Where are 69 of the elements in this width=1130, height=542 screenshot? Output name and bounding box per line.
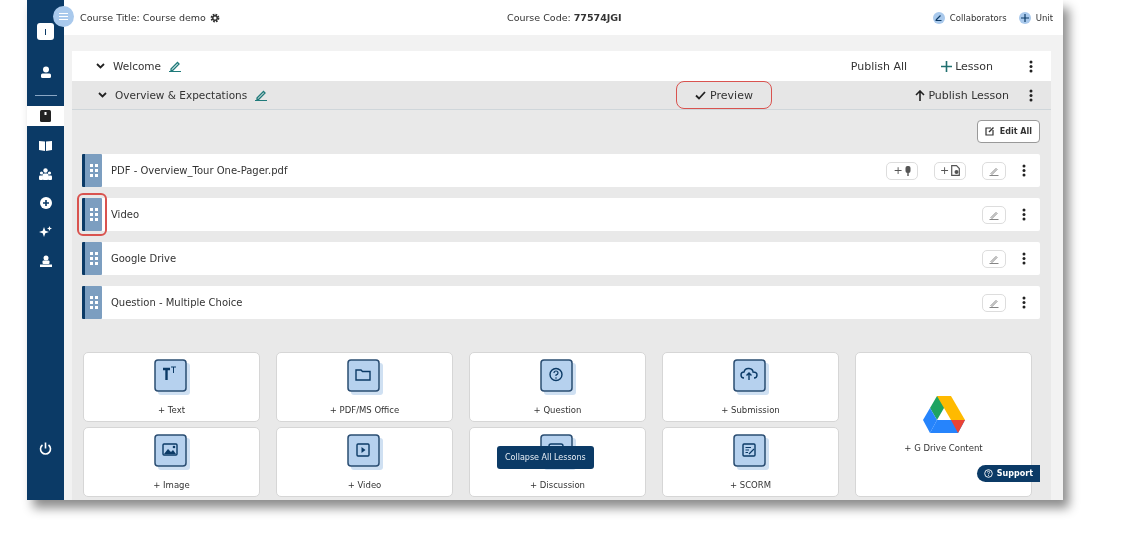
microphone-icon <box>904 165 911 176</box>
add-content-card[interactable]: + Question <box>469 352 646 422</box>
scorm-icon <box>732 434 769 470</box>
collaborators-button[interactable]: Collaborators <box>932 11 1007 24</box>
add-content-card[interactable]: + Image <box>83 427 260 497</box>
help-icon <box>983 469 993 478</box>
chevron-down-icon[interactable] <box>96 63 105 69</box>
item-title: Question - Multiple Choice <box>110 297 244 308</box>
item-title: PDF - Overview_Tour One-Pager.pdf <box>110 165 289 176</box>
sparkles-icon <box>39 226 52 238</box>
tooltip: Collapse All Lessons <box>497 446 594 469</box>
people-icon <box>39 168 52 180</box>
notebook-icon <box>40 110 51 122</box>
more-options-icon[interactable] <box>1022 208 1026 221</box>
power-icon[interactable] <box>39 442 52 455</box>
more-options-icon[interactable] <box>1022 252 1026 265</box>
course-title: Course Title: Course demo <box>80 12 206 23</box>
logo-icon[interactable] <box>37 23 54 40</box>
checkmark-icon <box>695 90 707 100</box>
pencil-icon <box>989 209 999 220</box>
course-code: Course Code: 77574JGI <box>507 12 623 23</box>
plus-circle-icon <box>39 197 52 209</box>
chevron-down-icon[interactable] <box>98 92 107 98</box>
more-options-icon[interactable] <box>1029 59 1033 73</box>
edit-all-button[interactable]: Edit All <box>976 120 1040 143</box>
add-document-button[interactable]: + <box>934 161 966 180</box>
plus-icon <box>941 60 953 72</box>
pencil-icon <box>989 165 999 176</box>
more-options-icon[interactable] <box>1022 296 1026 309</box>
preview-button[interactable]: Preview <box>676 81 772 109</box>
lesson-title: Overview & Expectations <box>115 89 248 101</box>
pencil-icon <box>989 297 999 308</box>
add-content-card[interactable]: + PDF/MS Office <box>276 352 453 422</box>
item-title: Google Drive <box>110 253 178 264</box>
question-icon <box>539 359 576 395</box>
add-content-card[interactable]: + Text <box>83 352 260 422</box>
add-lesson-button[interactable]: Lesson <box>941 59 993 73</box>
person-icon <box>39 66 52 78</box>
more-options-icon[interactable] <box>1022 164 1026 177</box>
item-title: Video <box>110 209 141 220</box>
book-icon <box>39 139 52 151</box>
edit-icon[interactable] <box>255 89 268 101</box>
add-unit-button[interactable]: Unit <box>1018 11 1053 24</box>
support-button[interactable]: Support <box>976 465 1040 482</box>
plus-icon <box>1018 11 1031 24</box>
upload-icon <box>732 359 769 395</box>
publish-lesson-button[interactable]: Publish Lesson <box>915 88 1009 102</box>
drive-logo-icon <box>922 396 965 433</box>
add-content-card[interactable]: + SCORM <box>662 427 839 497</box>
image-icon <box>153 434 190 470</box>
sidebar-item[interactable] <box>27 106 64 126</box>
edit-icon[interactable] <box>169 60 182 72</box>
drag-handle[interactable] <box>77 193 107 236</box>
pencil-icon <box>932 11 945 24</box>
add-content-card[interactable]: + Submission <box>662 352 839 422</box>
video-icon <box>346 434 383 470</box>
add-content-card[interactable]: + Video <box>276 427 453 497</box>
edit-icon <box>984 127 994 136</box>
more-options-icon[interactable] <box>1029 88 1033 102</box>
pencil-icon <box>989 253 999 264</box>
arrow-up-icon <box>915 89 926 101</box>
text-icon <box>153 359 190 395</box>
add-audio-button[interactable]: + <box>886 161 918 180</box>
teacher-icon <box>39 255 52 267</box>
settings-icon[interactable] <box>209 12 220 23</box>
publish-all-button[interactable]: Publish All <box>850 59 908 73</box>
document-icon <box>951 165 961 176</box>
folder-icon <box>346 359 383 395</box>
unit-title: Welcome <box>113 60 162 72</box>
